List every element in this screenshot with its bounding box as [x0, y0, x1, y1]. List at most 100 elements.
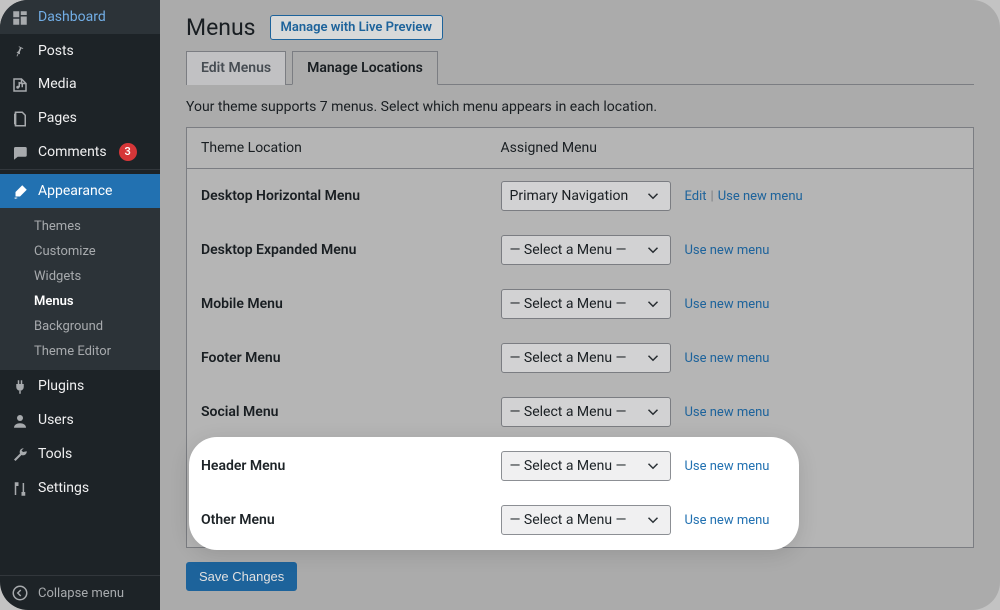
submenu-item-menus[interactable]: Menus: [0, 289, 160, 314]
row-actions: Use new menu: [685, 297, 770, 312]
collapse-label: Collapse menu: [38, 586, 124, 601]
select-value: Primary Navigation: [510, 188, 629, 204]
submenu-item-widgets[interactable]: Widgets: [0, 264, 160, 289]
submenu-item-background[interactable]: Background: [0, 314, 160, 339]
location-row-footer-menu: Footer Menu — Select a Menu — Use new menu: [187, 331, 974, 385]
save-changes-button[interactable]: Save Changes: [186, 562, 297, 591]
tab-manage-locations[interactable]: Manage Locations: [292, 51, 438, 85]
sidebar-item-label: Comments: [38, 144, 107, 160]
assigned-menu-select-other-menu[interactable]: — Select a Menu —: [501, 505, 671, 535]
select-value: — Select a Menu —: [510, 296, 627, 312]
location-name: Desktop Horizontal Menu: [187, 169, 487, 224]
location-row-desktop-expanded-menu: Desktop Expanded Menu — Select a Menu — Us…: [187, 223, 974, 277]
assigned-menu-select-desktop-horizontal-menu[interactable]: Primary Navigation: [501, 181, 671, 211]
brush-icon: [10, 181, 30, 201]
assigned-menu-select-mobile-menu[interactable]: — Select a Menu —: [501, 289, 671, 319]
chevron-down-icon: [644, 295, 662, 313]
row-actions: Use new menu: [685, 351, 770, 366]
chevron-down-icon: [644, 241, 662, 259]
sidebar-item-label: Users: [38, 412, 74, 428]
location-row-header-menu: Header Menu— Select a Menu —Use new menu: [187, 439, 974, 493]
use-new-menu-link[interactable]: Use new menu: [685, 513, 770, 528]
help-text: Your theme supports 7 menus. Select whic…: [186, 99, 974, 115]
assigned-menu-select-header-menu[interactable]: — Select a Menu —: [501, 451, 671, 481]
submenu-item-theme-editor[interactable]: Theme Editor: [0, 339, 160, 364]
row-actions: Use new menu: [685, 405, 770, 420]
use-new-menu-link[interactable]: Use new menu: [685, 243, 770, 258]
edit-link[interactable]: Edit: [685, 189, 707, 204]
dashboard-icon: [10, 7, 30, 27]
sidebar-item-label: Posts: [38, 43, 74, 59]
live-preview-button[interactable]: Manage with Live Preview: [270, 15, 443, 40]
sidebar-item-media[interactable]: Media: [0, 68, 160, 102]
chevron-down-icon: [644, 349, 662, 367]
nav-tabs: Edit MenusManage Locations: [186, 51, 974, 85]
assigned-menu-select-desktop-expanded-menu[interactable]: — Select a Menu —: [501, 235, 671, 265]
location-row-other-menu: Other Menu — Select a Menu — Use new menu: [187, 493, 974, 548]
chevron-down-icon: [644, 187, 662, 205]
submenu-item-themes[interactable]: Themes: [0, 214, 160, 239]
comment-icon: [10, 142, 30, 162]
location-row-desktop-horizontal-menu: Desktop Horizontal Menu Primary Navigatio…: [187, 169, 974, 224]
chevron-down-icon: [644, 403, 662, 421]
use-new-menu-link[interactable]: Use new menu: [685, 351, 770, 366]
use-new-menu-link[interactable]: Use new menu: [685, 405, 770, 420]
sidebar-item-comments[interactable]: Comments 3: [0, 135, 160, 169]
plug-icon: [10, 377, 30, 397]
sidebar-item-appearance[interactable]: Appearance: [0, 174, 160, 208]
tools-icon: [10, 444, 30, 464]
chevron-down-icon: [644, 457, 662, 475]
location-name: Desktop Expanded Menu: [187, 223, 487, 277]
settings-icon: [10, 478, 30, 498]
menu-locations-table: Theme Location Assigned Menu Desktop Hor…: [186, 127, 974, 548]
submenu-item-customize[interactable]: Customize: [0, 239, 160, 264]
sidebar-item-label: Dashboard: [38, 9, 106, 25]
collapse-icon: [10, 584, 30, 602]
row-actions: Use new menu: [685, 513, 770, 528]
assigned-menu-select-footer-menu[interactable]: — Select a Menu —: [501, 343, 671, 373]
main-content: Menus Manage with Live Preview Edit Menu…: [160, 0, 1000, 610]
sidebar-item-label: Media: [38, 76, 77, 92]
location-name: Mobile Menu: [187, 277, 487, 331]
sidebar-item-label: Pages: [38, 110, 77, 126]
tab-edit-menus[interactable]: Edit Menus: [186, 51, 286, 85]
pages-icon: [10, 108, 30, 128]
location-name: Footer Menu: [187, 331, 487, 385]
pin-icon: [10, 41, 30, 61]
assigned-menu-select-social-menu[interactable]: — Select a Menu —: [501, 397, 671, 427]
sidebar-item-posts[interactable]: Posts: [0, 34, 160, 68]
sidebar-item-dashboard[interactable]: Dashboard: [0, 0, 160, 34]
select-value: — Select a Menu —: [510, 350, 627, 366]
use-new-menu-link[interactable]: Use new menu: [685, 297, 770, 312]
page-title: Menus: [186, 14, 256, 41]
location-row-social-menu: Social Menu — Select a Menu — Use new menu: [187, 385, 974, 439]
sidebar-item-pages[interactable]: Pages: [0, 101, 160, 135]
sidebar-item-label: Tools: [38, 446, 72, 462]
chevron-down-icon: [644, 511, 662, 529]
use-new-menu-link[interactable]: Use new menu: [685, 459, 770, 474]
select-value: — Select a Menu —: [510, 458, 627, 474]
location-name: Social Menu: [187, 385, 487, 439]
row-actions: Use new menu: [685, 459, 770, 474]
sidebar-item-label: Settings: [38, 480, 89, 496]
sidebar-item-label: Plugins: [38, 378, 84, 394]
collapse-menu-button[interactable]: Collapse menu: [0, 575, 160, 610]
media-icon: [10, 75, 30, 95]
use-new-menu-link[interactable]: Use new menu: [718, 189, 803, 204]
sidebar-item-tools[interactable]: Tools: [0, 437, 160, 471]
column-header-assigned: Assigned Menu: [487, 128, 974, 169]
select-value: — Select a Menu —: [510, 242, 627, 258]
location-row-mobile-menu: Mobile Menu — Select a Menu — Use new menu: [187, 277, 974, 331]
user-icon: [10, 410, 30, 430]
comments-badge: 3: [119, 143, 137, 161]
row-actions: Use new menu: [685, 243, 770, 258]
select-value: — Select a Menu —: [510, 404, 627, 420]
admin-sidebar: Dashboard Posts Media Pages Comments 3 Appeara…: [0, 0, 160, 610]
column-header-location: Theme Location: [187, 128, 487, 169]
sidebar-item-users[interactable]: Users: [0, 403, 160, 437]
sidebar-item-settings[interactable]: Settings: [0, 471, 160, 505]
row-actions: Edit|Use new menu: [685, 189, 803, 204]
sidebar-item-plugins[interactable]: Plugins: [0, 370, 160, 404]
location-name: Other Menu: [187, 493, 487, 548]
sidebar-item-label: Appearance: [38, 183, 112, 199]
